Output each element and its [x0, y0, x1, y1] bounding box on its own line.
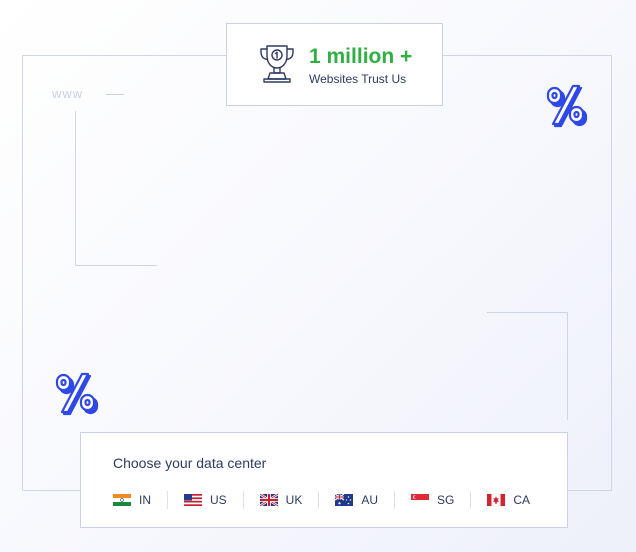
- divider: [318, 491, 320, 509]
- decor-line: [75, 265, 157, 266]
- india-flag-icon: [113, 494, 131, 506]
- data-center-options: IN US UK AU SG CA: [113, 490, 530, 510]
- divider: [470, 491, 472, 509]
- trust-subtext: Websites Trust Us: [309, 72, 407, 86]
- singapore-flag-icon: [411, 494, 430, 506]
- data-center-option-ca[interactable]: CA: [487, 493, 530, 507]
- www-dash: [106, 94, 124, 95]
- percent-icon: [55, 372, 99, 416]
- decor-line: [567, 312, 568, 420]
- decor-line: [75, 111, 76, 266]
- data-center-code: CA: [513, 493, 531, 507]
- trust-card: 1 million + Websites Trust Us: [226, 23, 443, 106]
- www-label: www: [52, 86, 84, 101]
- percent-icon: [546, 84, 588, 128]
- australia-flag-icon: [335, 494, 354, 506]
- uk-flag-icon: [259, 494, 278, 506]
- data-center-option-us[interactable]: US: [184, 493, 227, 507]
- divider: [242, 491, 244, 509]
- usa-flag-icon: [184, 494, 202, 506]
- data-center-option-uk[interactable]: UK: [259, 493, 303, 507]
- data-center-option-au[interactable]: AU: [335, 493, 378, 507]
- trophy-icon: [260, 45, 294, 83]
- data-center-code: UK: [285, 493, 303, 507]
- data-center-title: Choose your data center: [113, 455, 267, 471]
- divider: [167, 491, 168, 509]
- hero-frame: [22, 55, 612, 491]
- decor-line: [487, 312, 567, 313]
- divider: [394, 491, 396, 509]
- canada-flag-icon: [487, 494, 506, 506]
- data-center-option-sg[interactable]: SG: [411, 493, 454, 507]
- data-center-card: Choose your data center IN US UK AU SG C…: [80, 432, 568, 528]
- data-center-code: SG: [437, 493, 455, 507]
- data-center-option-in[interactable]: IN: [113, 493, 151, 507]
- data-center-code: US: [210, 493, 227, 507]
- data-center-code: AU: [361, 493, 379, 507]
- data-center-code: IN: [139, 493, 151, 507]
- trust-headline: 1 million +: [309, 45, 413, 68]
